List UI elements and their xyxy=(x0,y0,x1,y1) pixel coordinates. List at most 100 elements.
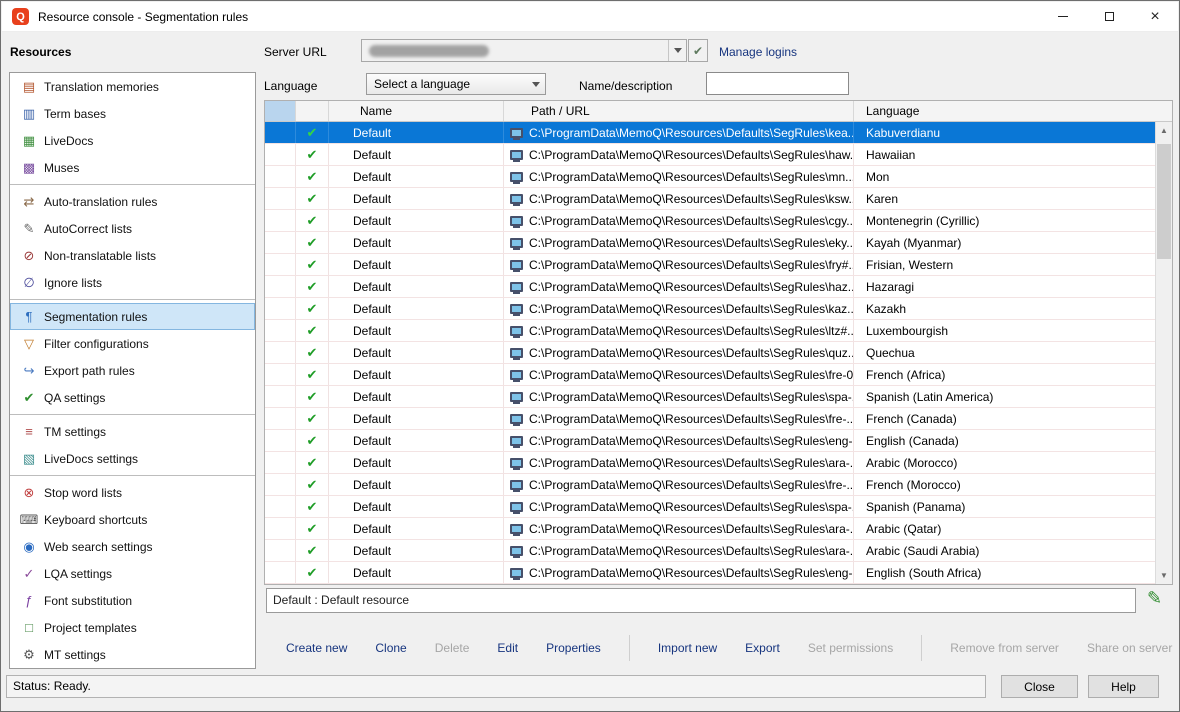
close-button[interactable]: × xyxy=(1132,2,1178,31)
sidebar-item-lqa-settings[interactable]: ✓LQA settings xyxy=(10,560,255,587)
server-url-combobox[interactable] xyxy=(361,39,687,62)
minimize-button[interactable] xyxy=(1040,2,1086,31)
table-row[interactable]: ✔DefaultC:\ProgramData\MemoQ\Resources\D… xyxy=(265,452,1155,474)
row-selector-cell[interactable] xyxy=(265,210,296,231)
row-selector-cell[interactable] xyxy=(265,276,296,297)
row-selector-cell[interactable] xyxy=(265,452,296,473)
sidebar-item-filter-configurations[interactable]: ▽Filter configurations xyxy=(10,330,255,357)
sidebar-item-segmentation-rules[interactable]: ¶Segmentation rules xyxy=(10,303,255,330)
path-text: C:\ProgramData\MemoQ\Resources\Defaults\… xyxy=(529,126,853,140)
column-header-path[interactable]: Path / URL xyxy=(504,101,854,121)
table-row[interactable]: ✔DefaultC:\ProgramData\MemoQ\Resources\D… xyxy=(265,166,1155,188)
sidebar-item-non-translatable-lists[interactable]: ⊘Non-translatable lists xyxy=(10,242,255,269)
sidebar-item-autocorrect-lists[interactable]: ✎AutoCorrect lists xyxy=(10,215,255,242)
row-selector-cell[interactable] xyxy=(265,122,296,143)
sidebar-item-mt-settings[interactable]: ⚙MT settings xyxy=(10,641,255,668)
table-row[interactable]: ✔DefaultC:\ProgramData\MemoQ\Resources\D… xyxy=(265,320,1155,342)
sidebar-item-translation-memories[interactable]: ▤Translation memories xyxy=(10,73,255,100)
sidebar-item-tm-settings[interactable]: ≡TM settings xyxy=(10,418,255,445)
table-row[interactable]: ✔DefaultC:\ProgramData\MemoQ\Resources\D… xyxy=(265,408,1155,430)
row-selector-cell[interactable] xyxy=(265,342,296,363)
close-dialog-button[interactable]: Close xyxy=(1001,675,1078,698)
table-row[interactable]: ✔DefaultC:\ProgramData\MemoQ\Resources\D… xyxy=(265,430,1155,452)
column-header-language[interactable]: Language xyxy=(854,101,1172,121)
row-selector-cell[interactable] xyxy=(265,496,296,517)
clone-button[interactable]: Clone xyxy=(375,641,406,655)
table-row[interactable]: ✔DefaultC:\ProgramData\MemoQ\Resources\D… xyxy=(265,364,1155,386)
row-selector-cell[interactable] xyxy=(265,298,296,319)
row-selector-cell[interactable] xyxy=(265,320,296,341)
row-selector-cell[interactable] xyxy=(265,518,296,539)
vertical-scrollbar[interactable]: ▲ ▼ xyxy=(1155,122,1172,584)
help-button[interactable]: Help xyxy=(1088,675,1159,698)
row-selector-cell[interactable] xyxy=(265,408,296,429)
chevron-down-icon[interactable] xyxy=(527,74,545,94)
edit-description-icon[interactable]: ✎ xyxy=(1147,588,1162,609)
row-selector-cell[interactable] xyxy=(265,540,296,561)
row-selector-cell[interactable] xyxy=(265,562,296,583)
manage-logins-link[interactable]: Manage logins xyxy=(719,45,797,59)
scroll-down-icon[interactable]: ▼ xyxy=(1156,567,1172,584)
import-new-button[interactable]: Import new xyxy=(658,641,717,655)
sidebar-item-export-path-rules[interactable]: ↪Export path rules xyxy=(10,357,255,384)
sidebar-item-stop-word-lists[interactable]: ⊗Stop word lists xyxy=(10,479,255,506)
row-selector-cell[interactable] xyxy=(265,254,296,275)
row-selector-cell[interactable] xyxy=(265,474,296,495)
export-button[interactable]: Export xyxy=(745,641,780,655)
scrollbar-thumb[interactable] xyxy=(1157,144,1171,259)
sidebar-item-font-substitution[interactable]: ƒFont substitution xyxy=(10,587,255,614)
cell-path: C:\ProgramData\MemoQ\Resources\Defaults\… xyxy=(504,496,854,517)
language-select[interactable]: Select a language xyxy=(366,73,546,95)
row-selector-cell[interactable] xyxy=(265,166,296,187)
table-row[interactable]: ✔DefaultC:\ProgramData\MemoQ\Resources\D… xyxy=(265,342,1155,364)
sidebar-item-project-templates[interactable]: □Project templates xyxy=(10,614,255,641)
table-row[interactable]: ✔DefaultC:\ProgramData\MemoQ\Resources\D… xyxy=(265,232,1155,254)
table-row[interactable]: ✔DefaultC:\ProgramData\MemoQ\Resources\D… xyxy=(265,210,1155,232)
table-row[interactable]: ✔DefaultC:\ProgramData\MemoQ\Resources\D… xyxy=(265,276,1155,298)
table-row[interactable]: ✔DefaultC:\ProgramData\MemoQ\Resources\D… xyxy=(265,386,1155,408)
row-selector-cell[interactable] xyxy=(265,232,296,253)
sidebar-item-muses[interactable]: ▩Muses xyxy=(10,154,255,181)
computer-icon xyxy=(510,282,523,292)
column-header-name[interactable]: Name xyxy=(329,101,504,121)
table-row[interactable]: ✔DefaultC:\ProgramData\MemoQ\Resources\D… xyxy=(265,144,1155,166)
sidebar-item-livedocs[interactable]: ▦LiveDocs xyxy=(10,127,255,154)
table-row[interactable]: ✔DefaultC:\ProgramData\MemoQ\Resources\D… xyxy=(265,254,1155,276)
row-selector-cell[interactable] xyxy=(265,430,296,451)
server-url-apply-button[interactable]: ✔ xyxy=(688,39,708,62)
maximize-button[interactable] xyxy=(1086,2,1132,31)
edit-button[interactable]: Edit xyxy=(497,641,518,655)
cell-name: Default xyxy=(329,496,504,517)
table-row[interactable]: ✔DefaultC:\ProgramData\MemoQ\Resources\D… xyxy=(265,122,1155,144)
sidebar-item-livedocs-settings[interactable]: ▧LiveDocs settings xyxy=(10,445,255,472)
cell-language: Kayah (Myanmar) xyxy=(854,232,1155,253)
row-selector-cell[interactable] xyxy=(265,364,296,385)
table-row[interactable]: ✔DefaultC:\ProgramData\MemoQ\Resources\D… xyxy=(265,188,1155,210)
row-selector-cell[interactable] xyxy=(265,386,296,407)
sidebar-item-keyboard-shortcuts[interactable]: ⌨Keyboard shortcuts xyxy=(10,506,255,533)
sidebar-item-qa-settings[interactable]: ✔QA settings xyxy=(10,384,255,411)
properties-button[interactable]: Properties xyxy=(546,641,601,655)
sidebar-item-ignore-lists[interactable]: ∅Ignore lists xyxy=(10,269,255,296)
row-selector-cell[interactable] xyxy=(265,188,296,209)
chevron-down-icon[interactable] xyxy=(668,40,686,61)
table-row[interactable]: ✔DefaultC:\ProgramData\MemoQ\Resources\D… xyxy=(265,496,1155,518)
scroll-up-icon[interactable]: ▲ xyxy=(1156,122,1172,139)
row-selector-cell[interactable] xyxy=(265,144,296,165)
check-icon: ✔ xyxy=(296,210,329,231)
sidebar-item-web-search-settings[interactable]: ◉Web search settings xyxy=(10,533,255,560)
path-text: C:\ProgramData\MemoQ\Resources\Defaults\… xyxy=(529,236,853,250)
name-description-input[interactable] xyxy=(706,72,849,95)
table-row[interactable]: ✔DefaultC:\ProgramData\MemoQ\Resources\D… xyxy=(265,474,1155,496)
path-text: C:\ProgramData\MemoQ\Resources\Defaults\… xyxy=(529,566,853,580)
table-row[interactable]: ✔DefaultC:\ProgramData\MemoQ\Resources\D… xyxy=(265,298,1155,320)
table-row[interactable]: ✔DefaultC:\ProgramData\MemoQ\Resources\D… xyxy=(265,518,1155,540)
sidebar-item-term-bases[interactable]: ▥Term bases xyxy=(10,100,255,127)
sidebar-item-auto-translation-rules[interactable]: ⇄Auto-translation rules xyxy=(10,188,255,215)
column-header-check[interactable] xyxy=(296,101,329,121)
column-header-selector[interactable] xyxy=(265,101,296,121)
table-row[interactable]: ✔DefaultC:\ProgramData\MemoQ\Resources\D… xyxy=(265,562,1155,584)
create-new-button[interactable]: Create new xyxy=(286,641,347,655)
close-icon: × xyxy=(1150,9,1159,25)
table-row[interactable]: ✔DefaultC:\ProgramData\MemoQ\Resources\D… xyxy=(265,540,1155,562)
